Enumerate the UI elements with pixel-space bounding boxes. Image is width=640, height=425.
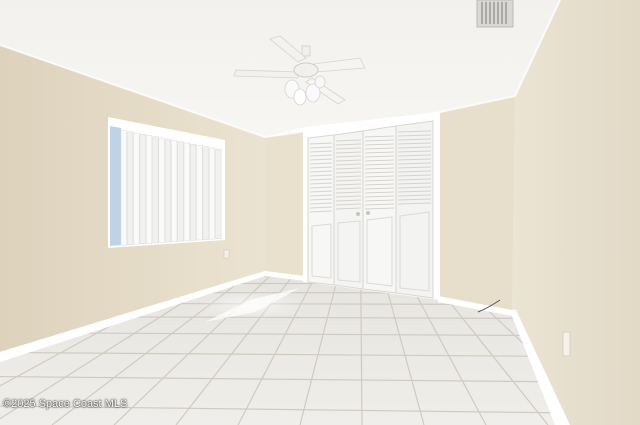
blind-slat (164, 138, 171, 243)
window-glass (110, 126, 121, 246)
closet-knob-left[interactable] (356, 212, 360, 216)
closet-door-panel-3[interactable] (362, 125, 397, 294)
blind-slat (152, 136, 159, 244)
blind-slat (208, 147, 216, 240)
blind-slat (133, 132, 140, 245)
blind-slat (190, 143, 197, 241)
blind-slat (120, 130, 127, 246)
blind-slat (171, 140, 178, 242)
blind-slat (215, 148, 222, 239)
blind-slat (196, 145, 203, 241)
blind-slat (183, 142, 190, 242)
closet-knob-right[interactable] (366, 211, 370, 215)
blind-slat (127, 131, 134, 245)
blind-slat (158, 137, 165, 243)
blind-slat (177, 141, 184, 242)
sunlight-glow (197, 291, 307, 319)
wall-outlet-icon (223, 249, 230, 259)
air-vent-icon (476, 0, 514, 28)
mls-watermark: ©2025 Space Coast MLS (3, 398, 128, 410)
blind-slat (202, 146, 209, 240)
back-wall-right-section (438, 96, 515, 313)
wall-outlet-icon (562, 331, 571, 357)
blind-slat (139, 134, 146, 245)
blind-slat (145, 135, 153, 244)
empty-bedroom-photo (0, 0, 640, 425)
